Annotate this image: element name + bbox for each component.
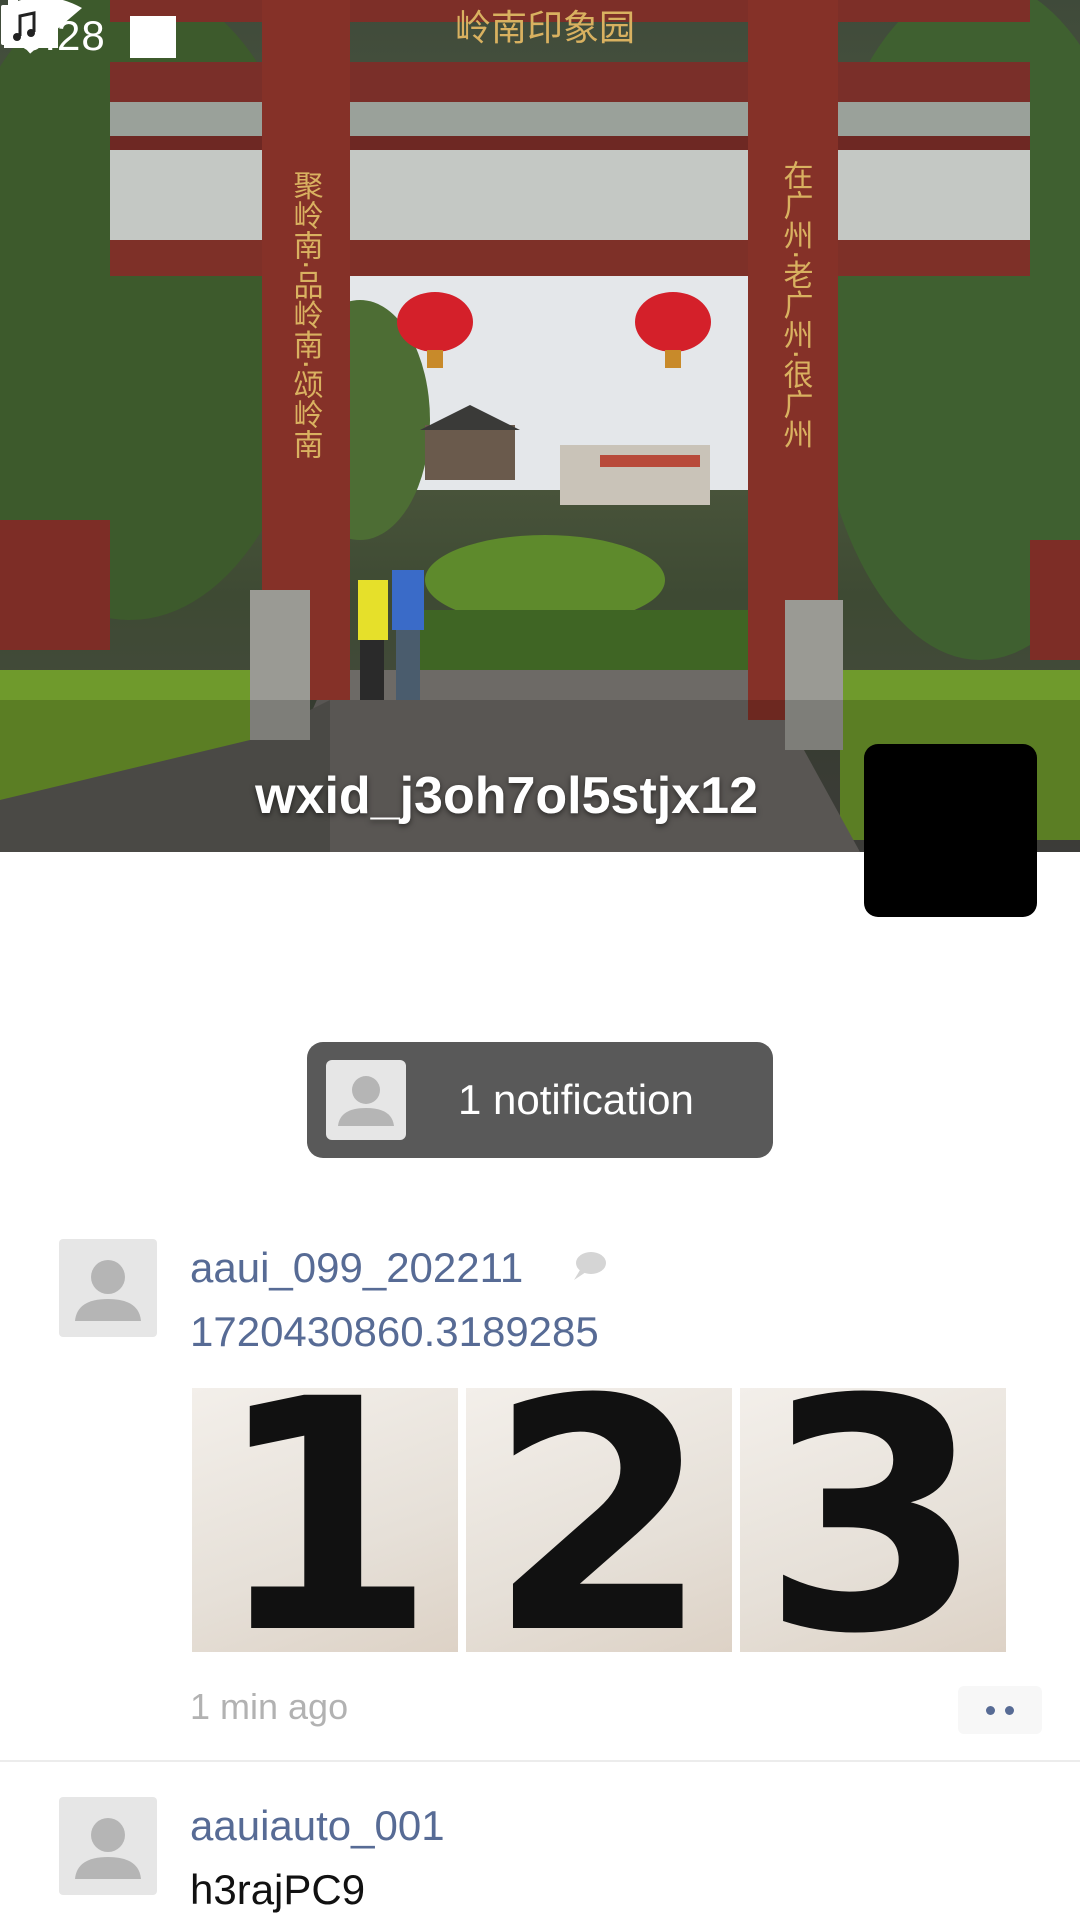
status-bar: 5:28 (0, 0, 1080, 72)
post-text[interactable]: 1720430860.3189285 (190, 1308, 599, 1356)
post-avatar[interactable] (59, 1239, 157, 1337)
post-photo[interactable]: 1 (192, 1388, 458, 1652)
post-username[interactable]: aauiauto_001 (190, 1802, 445, 1850)
cover-photo[interactable]: 岭南印象园 聚岭南·品岭南·颂岭南 在广州·老广州·很广州 5:28 wxid_… (0, 0, 1080, 852)
dot-icon (1005, 1705, 1014, 1715)
photo-digit: 3 (761, 1388, 985, 1652)
profile-avatar[interactable] (864, 744, 1037, 917)
post-photo-grid: 1 2 3 (192, 1388, 1006, 1652)
photo-digit: 1 (213, 1388, 437, 1652)
notification-avatar (326, 1060, 406, 1140)
notification-text: 1 notification (458, 1076, 694, 1123)
dot-icon (986, 1705, 995, 1715)
cover-scene: 岭南印象园 聚岭南·品岭南·颂岭南 在广州·老广州·很广州 (0, 0, 1080, 852)
post-photo[interactable]: 3 (740, 1388, 1006, 1652)
post-divider (0, 1760, 1080, 1762)
post-username[interactable]: aaui_099_202211 (190, 1244, 523, 1292)
default-avatar-icon (75, 1260, 141, 1321)
post-avatar[interactable] (59, 1797, 157, 1895)
profile-name[interactable]: wxid_j3oh7ol5stjx12 (255, 766, 758, 826)
photo-digit: 2 (487, 1388, 711, 1652)
default-avatar-icon (75, 1818, 141, 1879)
right-pillar-text: 在广州·老广州·很广州 (778, 160, 814, 449)
post-timestamp: 1 min ago (190, 1686, 349, 1727)
left-pillar-text: 聚岭南·品岭南·颂岭南 (288, 170, 324, 459)
music-note-icon[interactable] (0, 0, 52, 52)
more-actions-button[interactable] (958, 1686, 1042, 1734)
post-photo[interactable]: 2 (466, 1388, 732, 1652)
default-avatar-icon (338, 1076, 394, 1126)
chat-bubble-icon (574, 1252, 606, 1280)
notification-status-icon (130, 16, 176, 58)
notification-button[interactable]: 1 notification (307, 1042, 773, 1158)
post-text: h3rajPC9 (190, 1866, 366, 1913)
